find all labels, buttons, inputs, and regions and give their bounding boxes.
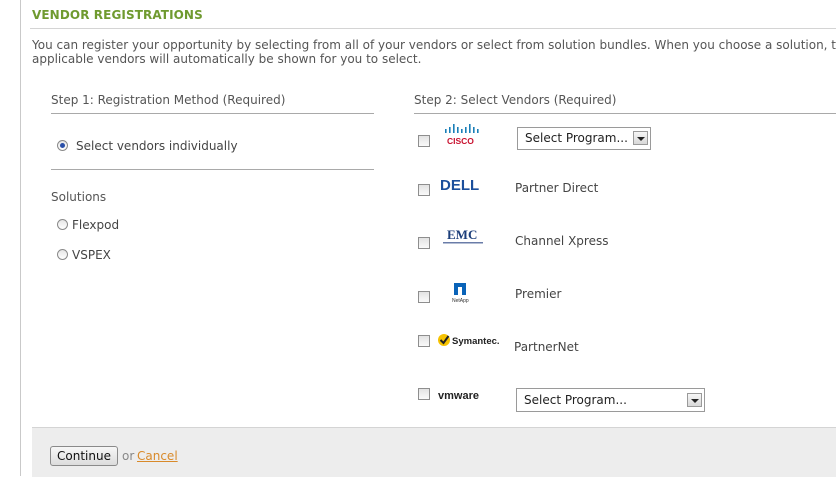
continue-button[interactable]: Continue (50, 446, 118, 466)
or-text: or (122, 449, 135, 463)
vendor-checkbox-dell[interactable] (418, 184, 430, 196)
netapp-logo: NetApp (450, 282, 474, 304)
solution-label-flexpod: Flexpod (72, 218, 120, 232)
program-select-cisco[interactable]: Select Program... (517, 127, 651, 150)
dell-logo: DELL (438, 176, 488, 194)
radio-individual[interactable] (57, 140, 68, 151)
radio-vspex[interactable] (57, 249, 68, 260)
vendor-checkbox-symantec[interactable] (418, 335, 430, 347)
emc-logo: EMC (441, 227, 487, 247)
radio-flexpod[interactable] (57, 219, 68, 230)
vendor-checkbox-netapp[interactable] (418, 291, 430, 303)
program-select-vmware-value: Select Program... (524, 393, 627, 407)
solutions-heading: Solutions (51, 190, 107, 204)
vendor-checkbox-vmware[interactable] (418, 388, 430, 400)
program-select-cisco-value: Select Program... (525, 131, 628, 145)
program-select-vmware[interactable]: Select Program... (516, 388, 705, 412)
svg-text:NetApp: NetApp (452, 298, 469, 304)
svg-text:Symantec.: Symantec. (452, 336, 500, 347)
svg-text:CISCO: CISCO (447, 136, 474, 146)
title-divider (30, 28, 836, 29)
step1-heading: Step 1: Registration Method (Required) (51, 93, 286, 107)
vmware-logo: vmware (437, 387, 491, 403)
step1-divider-2 (51, 169, 374, 170)
vendor-checkbox-emc[interactable] (418, 237, 430, 249)
step1-divider (51, 113, 374, 114)
vendor-checkbox-cisco[interactable] (418, 135, 430, 147)
chevron-down-icon (687, 393, 702, 407)
cancel-link[interactable]: Cancel (137, 449, 178, 463)
svg-text:DELL: DELL (440, 177, 479, 194)
solution-label-vspex: VSPEX (72, 248, 111, 262)
section-title: VENDOR REGISTRATIONS (32, 8, 203, 22)
svg-text:vmware: vmware (438, 390, 479, 402)
chevron-down-icon (633, 131, 648, 145)
svg-text:EMC: EMC (447, 227, 477, 242)
program-dell: Partner Direct (515, 181, 599, 195)
step2-divider (414, 113, 836, 114)
symantec-logo: Symantec. (437, 331, 501, 349)
program-emc: Channel Xpress (515, 234, 609, 248)
individual-label: Select vendors individually (76, 139, 238, 153)
intro-text: You can register your opportunity by sel… (32, 38, 836, 66)
program-symantec: PartnerNet (514, 340, 579, 354)
program-netapp: Premier (515, 287, 562, 301)
cisco-logo: CISCO (444, 124, 484, 146)
step2-heading: Step 2: Select Vendors (Required) (414, 93, 617, 107)
